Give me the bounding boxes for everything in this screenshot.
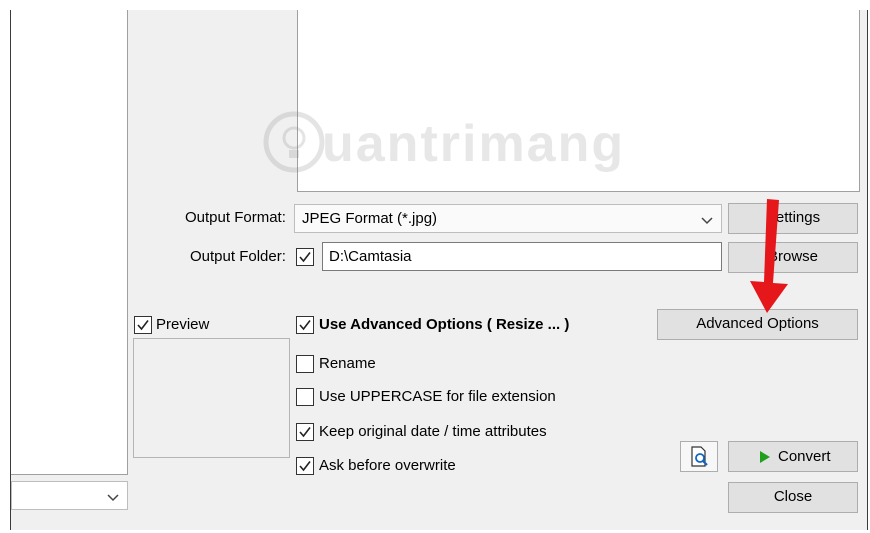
watermark-text: uantrimang xyxy=(322,115,626,173)
output-folder-checkbox[interactable] xyxy=(296,248,314,266)
keep-date-label: Keep original date / time attributes xyxy=(319,423,547,440)
checkmark-icon xyxy=(299,320,311,331)
uppercase-checkbox[interactable] xyxy=(296,388,314,406)
output-format-select[interactable]: JPEG Format (*.jpg) xyxy=(294,204,722,233)
checkmark-icon xyxy=(299,461,311,472)
red-arrow-annotation xyxy=(750,199,788,313)
advanced-options-label: Use Advanced Options ( Resize ... ) xyxy=(319,316,570,333)
output-format-value: JPEG Format (*.jpg) xyxy=(302,210,438,227)
checkmark-icon xyxy=(137,320,149,331)
play-icon xyxy=(760,451,770,463)
output-folder-input[interactable]: D:\Camtasia xyxy=(322,242,722,271)
convert-label: Convert xyxy=(778,448,831,465)
file-list-panel[interactable] xyxy=(11,10,128,475)
document-magnifier-icon xyxy=(691,446,708,467)
checkmark-icon xyxy=(299,427,311,438)
preview-label: Preview xyxy=(156,316,210,333)
preview-zoom-button[interactable] xyxy=(680,441,718,472)
chevron-down-icon xyxy=(701,213,713,230)
ask-overwrite-label: Ask before overwrite xyxy=(319,457,456,474)
close-button[interactable]: Close xyxy=(728,482,858,513)
ask-overwrite-checkbox[interactable] xyxy=(296,457,314,475)
chevron-down-icon xyxy=(107,490,119,507)
watermark: uantrimang xyxy=(262,110,623,180)
left-dropdown[interactable] xyxy=(11,481,128,510)
checkmark-icon xyxy=(299,252,311,263)
output-format-label: Output Format: xyxy=(185,209,286,226)
rename-label: Rename xyxy=(319,355,376,372)
output-folder-value: D:\Camtasia xyxy=(329,248,412,265)
uppercase-label: Use UPPERCASE for file extension xyxy=(319,388,556,405)
advanced-options-checkbox[interactable] xyxy=(296,316,314,334)
rename-checkbox[interactable] xyxy=(296,355,314,373)
preview-checkbox[interactable] xyxy=(134,316,152,334)
convert-button[interactable]: Convert xyxy=(728,441,858,472)
output-folder-label: Output Folder: xyxy=(190,248,286,265)
lightbulb-logo-icon xyxy=(263,111,325,173)
keep-date-checkbox[interactable] xyxy=(296,423,314,441)
preview-box xyxy=(133,338,290,458)
